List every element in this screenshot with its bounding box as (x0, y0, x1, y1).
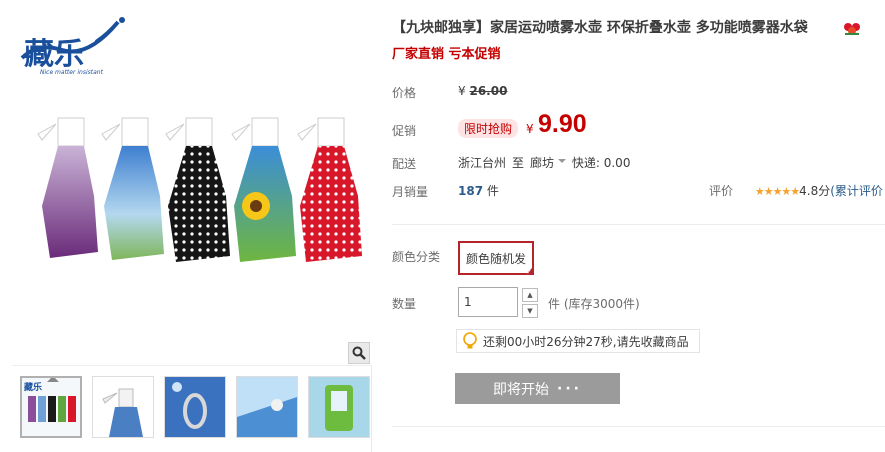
quantity-label: 数量 (392, 297, 417, 311)
color-label: 颜色分类 (392, 250, 441, 264)
checkmark-icon: ✓ (526, 268, 533, 276)
quantity-input[interactable] (458, 287, 518, 317)
thumbnail-4[interactable] (236, 376, 298, 438)
zoom-button[interactable] (348, 342, 370, 364)
coming-soon-label: 即将开始 (493, 381, 550, 398)
section-divider (392, 224, 885, 225)
countdown-reminder[interactable]: 还剩00小时26分钟27秒,请先收藏商品 (456, 329, 700, 353)
stock-info: 件 (库存3000件) (548, 297, 640, 311)
sales-count: 187 件 (458, 182, 499, 199)
thumbnail-3[interactable] (164, 376, 226, 438)
color-option-text: 颜色随机发 (466, 251, 527, 266)
original-price: ¥ 26.00 (458, 84, 507, 98)
thumbnail-2[interactable] (92, 376, 154, 438)
promo-currency: ¥ (526, 122, 534, 136)
product-title: 【九块邮独享】家居运动喷雾水壶 环保折叠水壶 多功能喷雾器水袋 (392, 20, 808, 36)
shipping-destination: 廊坊 (530, 156, 555, 170)
product-subtitle: 厂家直销 亏本促销 (392, 47, 501, 62)
bottle-red-dots (297, 117, 362, 262)
thumbnail-5[interactable] (308, 376, 370, 438)
promo-tag: 限时抢购 (458, 119, 519, 138)
shipping-label: 配送 (392, 157, 417, 171)
bottle-black-dots (165, 117, 230, 262)
coming-soon-button[interactable]: 即将开始 ··· (455, 373, 620, 404)
price-panel: 价格 ¥ 26.00 促销 限时抢购 ¥ 9.90 配送 浙江台州 至 廊坊 快… (376, 72, 885, 212)
quantity-increase-button[interactable]: ▲ (522, 288, 538, 302)
lightbulb-icon (463, 332, 477, 349)
magnifier-icon (352, 346, 366, 360)
original-currency: ¥ (458, 84, 466, 98)
promo-label: 促销 (392, 124, 417, 138)
shipping-info: 浙江台州 至 廊坊 快递: 0.00 (458, 154, 630, 171)
bottle-blue (101, 117, 164, 260)
shipping-express: 快递: 0.00 (571, 156, 631, 170)
sales-count-value: 187 (458, 184, 484, 198)
product-photo (37, 117, 362, 262)
quantity-decrease-button[interactable]: ▼ (522, 304, 538, 318)
chevron-up-icon: ▲ (527, 291, 533, 299)
sales-count-unit: 件 (486, 184, 499, 198)
star-rating-icon: ★★★★★ (754, 185, 800, 198)
thumbnail-1[interactable]: 藏乐 (20, 376, 82, 438)
color-option-selected[interactable]: 颜色随机发 ✓ (458, 241, 535, 276)
rating-summary: 评价 ★★★★★4.8分(累计评价 (709, 182, 883, 199)
chevron-down-icon (557, 159, 566, 167)
shipping-destination-select[interactable]: 廊坊 (530, 154, 566, 171)
product-gallery: 藏乐 Nice matter insistant 藏乐 (12, 6, 372, 452)
main-product-image[interactable]: 藏乐 Nice matter insistant (12, 6, 372, 366)
thumbnail-brand-text: 藏乐 (24, 381, 42, 393)
flower-badge-icon (844, 23, 860, 35)
countdown-text: 还剩00小时26分钟27秒,请先收藏商品 (483, 334, 689, 349)
review-count-link[interactable]: (累计评价 (830, 184, 883, 198)
sales-label: 月销量 (392, 185, 429, 199)
bottle-sunflower (231, 117, 296, 262)
shipping-to-word: 至 (512, 156, 525, 170)
shipping-from: 浙江台州 (458, 156, 507, 170)
original-price-value: 26.00 (469, 84, 508, 98)
bottom-divider (392, 426, 885, 427)
bottle-purple (37, 117, 98, 258)
thumbnail-strip: 藏乐 (20, 376, 370, 438)
rating-score: 4.8分 (799, 184, 831, 198)
coming-soon-dots: ··· (557, 380, 582, 397)
rating-label: 评价 (709, 184, 734, 198)
price-label: 价格 (392, 86, 417, 100)
chevron-down-icon: ▼ (527, 307, 533, 315)
promo-price: 9.90 (538, 110, 587, 138)
